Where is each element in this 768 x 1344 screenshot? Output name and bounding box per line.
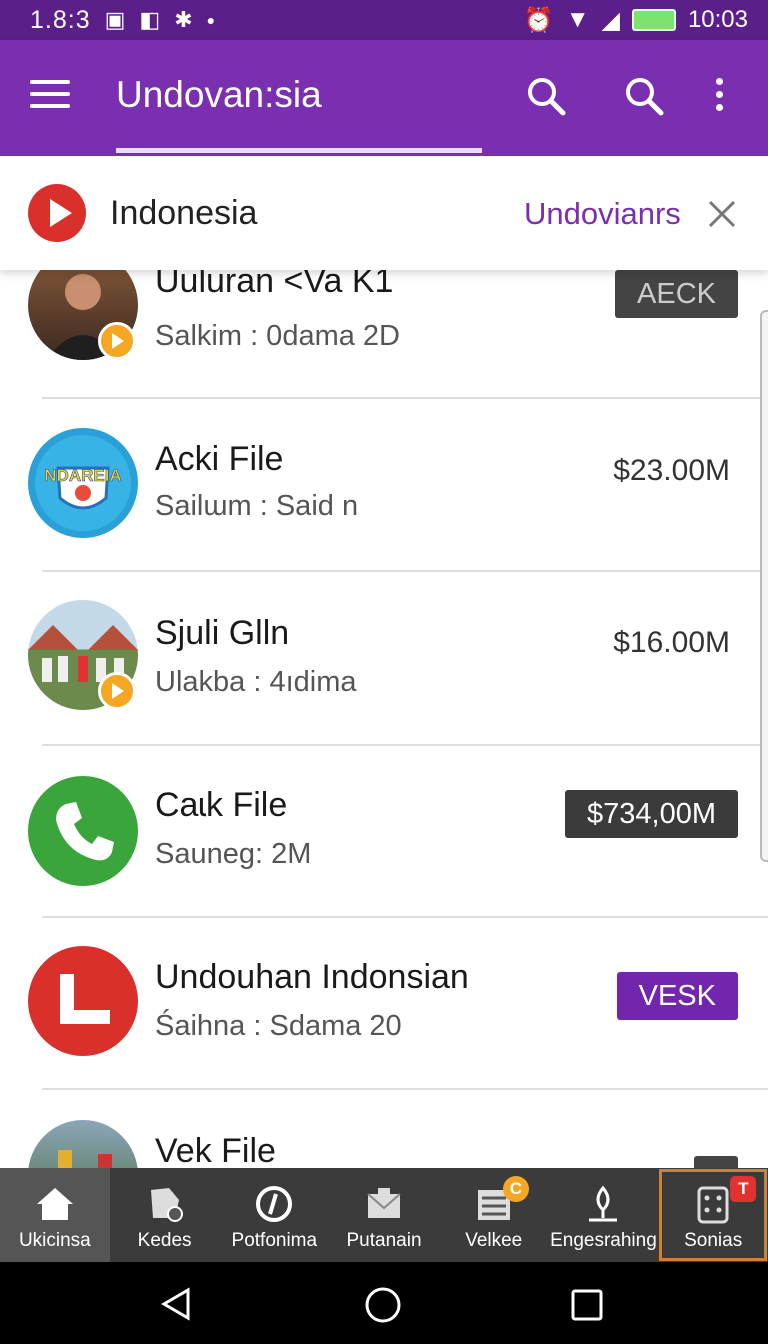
app-notification-icon: ◧	[139, 7, 161, 32]
nav-label: Velkee	[465, 1230, 523, 1251]
close-icon[interactable]	[706, 198, 738, 230]
search-icon-secondary[interactable]	[622, 74, 666, 118]
play-badge-icon	[98, 672, 136, 710]
battery-icon	[631, 9, 676, 31]
country-banner[interactable]: Indonesia Undovianrs	[0, 156, 768, 270]
wifi-icon: ▼	[565, 6, 590, 33]
item-title: Caɩk File	[155, 786, 288, 824]
item-title: Vek File	[155, 1132, 276, 1168]
nav-label: Engesrahing	[550, 1230, 657, 1251]
item-title: Acki File	[155, 440, 284, 478]
item-tag[interactable]: $734,00M	[565, 790, 738, 838]
app-logo-icon	[28, 946, 138, 1056]
notification-badge: C	[502, 1176, 529, 1202]
alarm-icon: ⏰	[523, 6, 554, 34]
avatar	[28, 1120, 138, 1168]
list-item[interactable]: Undouhan Indonsian Śaihna : Sdama 20 VES…	[0, 918, 768, 1090]
list-item[interactable]: Uuluran <Va K1 Salkim : 0dama 2D AECK	[0, 270, 768, 392]
item-tag[interactable]	[694, 1156, 738, 1168]
scrollbar[interactable]	[760, 310, 768, 862]
nav-label: Ukicinsa	[18, 1230, 91, 1251]
list-item[interactable]: NDAREIA Acki File Sailɯm : Said n $23.00…	[0, 398, 768, 570]
system-navigation	[0, 1262, 768, 1344]
compass-icon	[256, 1186, 293, 1222]
banner-country: Indonesia	[110, 194, 258, 232]
play-icon	[28, 184, 86, 242]
notification-badge: T	[730, 1176, 757, 1202]
item-subtitle: Sauneg: 2M	[155, 838, 312, 870]
app-bar: Undovan:sia	[0, 40, 768, 156]
item-price: $23.00M	[613, 454, 730, 487]
item-subtitle: Salkim : 0dama 2D	[155, 320, 400, 352]
item-tag[interactable]: VESK	[616, 972, 738, 1020]
banner-link[interactable]: Undovianrs	[524, 196, 681, 232]
document-check-icon	[150, 1188, 183, 1222]
pin-icon	[589, 1185, 618, 1222]
search-icon[interactable]	[524, 74, 568, 118]
dice-icon	[697, 1186, 729, 1224]
phone-icon	[28, 776, 138, 886]
status-clock: 10:03	[687, 6, 748, 33]
avatar: NDAREIA	[28, 428, 138, 538]
nav-item-engesrahing[interactable]: Engesrahing	[549, 1168, 659, 1262]
item-subtitle: Sailɯm : Said n	[155, 490, 359, 522]
recents-icon[interactable]	[570, 1288, 604, 1322]
home-icon	[36, 1188, 73, 1220]
menu-icon[interactable]	[30, 80, 70, 112]
nav-label: Putanain	[346, 1230, 422, 1251]
nav-item-velkee[interactable]: C Velkee	[439, 1168, 549, 1262]
more-options-icon[interactable]	[716, 78, 728, 117]
nav-item-home[interactable]: Ukicinsa	[0, 1168, 110, 1262]
title-underline	[116, 148, 482, 153]
screenshot-icon: ▣	[104, 7, 126, 32]
signal-icon: ◢	[601, 6, 620, 34]
nav-label: Kedes	[137, 1230, 192, 1251]
nav-label: Sonias	[684, 1230, 743, 1251]
envelope-icon	[367, 1188, 401, 1218]
item-title: Undouhan Indonsian	[155, 958, 469, 996]
nav-label: Potfonima	[231, 1230, 318, 1251]
puzzle-icon: ✱	[174, 7, 193, 32]
nav-item-kedes[interactable]: Kedes	[110, 1168, 220, 1262]
item-title: Sjuli Glln	[155, 614, 290, 652]
app-title: Undovan:sia	[116, 74, 322, 115]
back-icon[interactable]	[158, 1286, 194, 1322]
list-item[interactable]: Caɩk File Sauneg: 2M $734,00M	[0, 746, 768, 918]
item-title: Uuluran <Va K1	[155, 270, 394, 300]
home-button-icon[interactable]	[364, 1286, 402, 1324]
avatar-text: NDAREIA	[44, 466, 122, 486]
item-tag[interactable]: AECK	[615, 270, 738, 318]
play-badge-icon	[98, 322, 136, 360]
nav-item-putanain[interactable]: Putanain	[329, 1168, 439, 1262]
list-item[interactable]: Sjuli Glln Ulakba : 4ıdima $16.00M	[0, 572, 768, 744]
status-time: 1.8:3	[30, 5, 91, 34]
bottom-navigation: Ukicinsa Kedes Potfonima Putanain C Velk…	[0, 1168, 768, 1262]
item-price: $16.00M	[613, 626, 730, 659]
dot-icon: ●	[206, 12, 216, 28]
file-list: Uuluran <Va K1 Salkim : 0dama 2D AECK ND…	[0, 270, 768, 1168]
list-item[interactable]: Vek File	[0, 1090, 768, 1168]
nav-item-potfonima[interactable]: Potfonima	[219, 1168, 329, 1262]
item-subtitle: Ulakba : 4ıdima	[155, 666, 357, 698]
item-subtitle: Śaihna : Sdama 20	[155, 1010, 402, 1042]
nav-item-sonias[interactable]: T Sonias	[658, 1168, 768, 1262]
status-bar: 1.8:3 ▣ ◧ ✱ ● ⏰ ▼ ◢ 10:03	[0, 0, 768, 40]
status-right: ⏰ ▼ ◢ 10:03	[524, 0, 748, 40]
